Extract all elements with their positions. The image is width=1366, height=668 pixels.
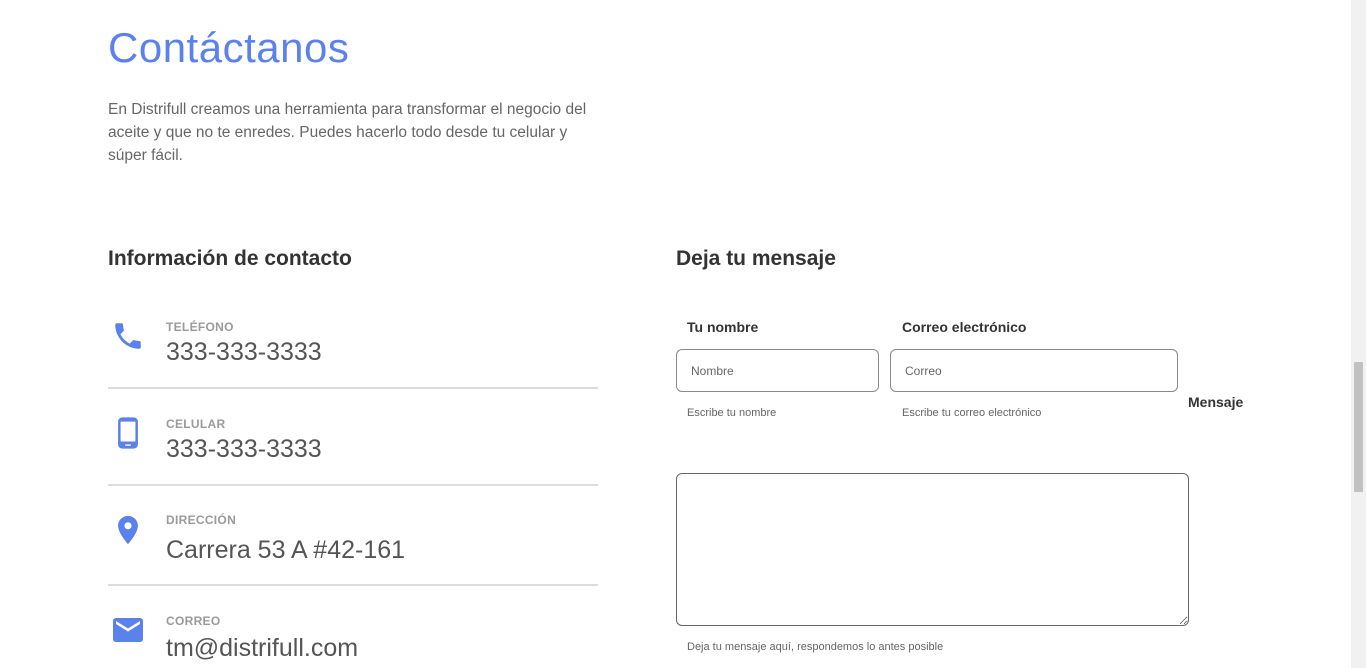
scrollbar-thumb[interactable] [1354, 362, 1363, 492]
location-pin-icon [110, 510, 146, 550]
divider [108, 484, 598, 486]
message-form-heading: Deja tu mensaje [676, 247, 836, 270]
divider [108, 387, 598, 389]
phone-icon [110, 316, 146, 356]
page-scrollbar[interactable] [1351, 0, 1366, 668]
address-value: Carrera 53 A #42-161 [166, 536, 406, 564]
email-field-label: Correo electrónico [902, 319, 1027, 335]
phone-label: TELÉFONO [166, 320, 234, 334]
mobile-icon [110, 413, 146, 453]
message-textarea[interactable] [676, 473, 1189, 626]
divider [108, 584, 598, 586]
email-value: tm@distrifull.com [166, 634, 359, 662]
message-field-label: Mensaje [1188, 394, 1244, 410]
name-field-label: Tu nombre [687, 319, 759, 335]
mobile-value: 333-333-3333 [166, 435, 322, 463]
page-title: Contáctanos [108, 24, 350, 71]
email-label: CORREO [166, 614, 221, 628]
phone-value: 333-333-3333 [166, 338, 322, 366]
contact-info-heading: Información de contacto [108, 247, 352, 270]
intro-text: En Distrifull creamos una herramienta pa… [108, 101, 587, 164]
email-input[interactable] [890, 349, 1178, 392]
mail-icon [110, 610, 146, 650]
email-helper-text: Escribe tu correo electrónico [902, 407, 1042, 419]
name-helper-text: Escribe tu nombre [687, 407, 777, 419]
mobile-label: CELULAR [166, 417, 226, 431]
name-input[interactable] [676, 349, 879, 392]
message-helper-text: Deja tu mensaje aquí, respondemos lo ant… [687, 641, 944, 653]
address-label: DIRECCIÓN [166, 513, 237, 527]
